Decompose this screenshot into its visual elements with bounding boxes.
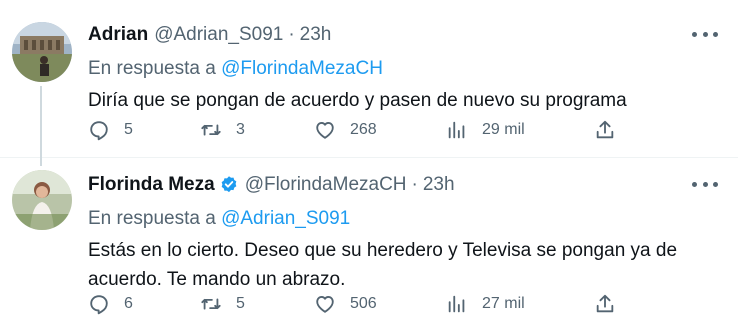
heart-icon [316, 122, 334, 139]
author-handle[interactable]: @Adrian_S091 [154, 24, 283, 46]
thread-line [40, 158, 42, 166]
share-icon [596, 120, 614, 139]
retweet-button[interactable]: 3 [200, 119, 245, 141]
tweet-text: Diría que se pongan de acuerdo y pasen d… [88, 90, 627, 111]
reply-prefix: En respuesta a [88, 58, 216, 79]
like-button[interactable]: 506 [314, 293, 377, 315]
separator-dot: · [411, 174, 418, 195]
author-handle[interactable]: @FlorindaMezaCH [245, 174, 407, 196]
like-button[interactable]: 268 [314, 119, 377, 141]
more-options-icon[interactable] [692, 174, 718, 194]
author-name[interactable]: Florinda Meza [88, 174, 215, 196]
retweet-icon [201, 298, 221, 310]
views-button[interactable]: 27 mil [446, 293, 525, 315]
reply-icon [90, 295, 108, 315]
share-button[interactable] [594, 293, 616, 315]
tweet-header: Florinda Meza @FlorindaMezaCH · 23h [88, 172, 722, 198]
reply-to-handle-link[interactable]: @FlorindaMezaCH [221, 58, 383, 79]
reply-button[interactable]: 6 [88, 293, 133, 315]
avatar[interactable] [12, 22, 72, 82]
retweet-icon [201, 124, 221, 136]
action-bar: 5 3 268 29 mil [88, 116, 628, 144]
separator-dot: · [288, 24, 295, 45]
retweet-button[interactable]: 5 [200, 293, 245, 315]
author-name[interactable]: Adrian [88, 24, 148, 46]
share-button[interactable] [594, 119, 616, 141]
reply-count: 6 [124, 295, 133, 312]
tweet-header: Adrian @Adrian_S091 · 23h [88, 22, 722, 48]
verified-badge-icon [221, 176, 237, 193]
retweet-count: 5 [236, 295, 245, 312]
action-bar: 6 5 506 27 mil [88, 290, 628, 318]
avatar[interactable] [12, 170, 72, 230]
like-count: 268 [350, 121, 377, 138]
timestamp[interactable]: 23h [423, 174, 455, 196]
reply-button[interactable]: 5 [88, 119, 133, 141]
like-count: 506 [350, 295, 377, 312]
heart-icon [316, 296, 334, 313]
timestamp[interactable]: 23h [300, 24, 332, 46]
reply-icon [90, 121, 108, 141]
share-icon [596, 294, 614, 313]
tweet-text: Estás en lo cierto. Deseo que su hereder… [88, 240, 678, 290]
views-count: 29 mil [482, 121, 525, 138]
reply-context: En respuesta a @FlorindaMezaCH [88, 58, 722, 80]
avatar-image [12, 170, 72, 230]
views-chart-icon [448, 295, 465, 313]
views-chart-icon [448, 121, 465, 139]
avatar-image [12, 22, 72, 82]
reply-context: En respuesta a @Adrian_S091 [88, 208, 722, 230]
tweet[interactable]: Adrian @Adrian_S091 · 23h En respuesta a… [0, 0, 738, 158]
more-options-icon[interactable] [692, 24, 718, 44]
reply-count: 5 [124, 121, 133, 138]
tweet[interactable]: Florinda Meza @FlorindaMezaCH · 23h En r… [0, 158, 738, 333]
reply-prefix: En respuesta a [88, 208, 216, 229]
reply-to-handle-link[interactable]: @Adrian_S091 [221, 208, 350, 229]
views-count: 27 mil [482, 295, 525, 312]
thread-line [40, 86, 42, 158]
retweet-count: 3 [236, 121, 245, 138]
views-button[interactable]: 29 mil [446, 119, 525, 141]
